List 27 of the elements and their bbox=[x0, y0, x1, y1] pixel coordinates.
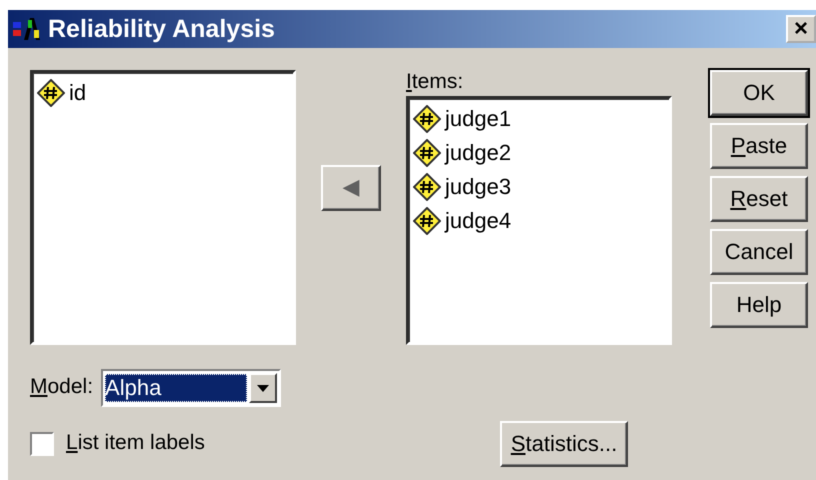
dialog-button[interactable]: Help bbox=[710, 282, 808, 328]
statistics-button[interactable]: Statistics... bbox=[500, 421, 628, 467]
dialog-button[interactable]: Reset bbox=[710, 176, 808, 222]
list-item[interactable]: judge2 bbox=[445, 140, 512, 166]
numeric-variable-icon bbox=[413, 105, 441, 133]
numeric-variable-icon bbox=[413, 139, 441, 167]
window-title: Reliability Analysis bbox=[48, 14, 276, 44]
dropdown-arrow-icon bbox=[257, 384, 270, 392]
model-dropdown[interactable]: Alpha bbox=[101, 369, 282, 407]
model-label: Model: bbox=[30, 375, 94, 400]
items-label: Items: bbox=[406, 70, 464, 95]
numeric-variable-icon bbox=[413, 173, 441, 201]
checkbox[interactable] bbox=[30, 432, 54, 456]
dialog-button[interactable]: Cancel bbox=[710, 229, 808, 275]
list-item[interactable]: judge4 bbox=[445, 208, 512, 234]
numeric-variable-icon bbox=[413, 207, 441, 235]
items-list[interactable]: judge1 judge2 judge3 judge4 bbox=[406, 96, 672, 345]
list-item[interactable]: id bbox=[69, 80, 86, 106]
move-button[interactable]: ◀ bbox=[321, 164, 381, 210]
close-button[interactable]: × bbox=[786, 15, 816, 43]
dialog-button[interactable]: OK bbox=[710, 70, 808, 116]
dialog-button[interactable]: Paste bbox=[710, 123, 808, 169]
list-item[interactable]: judge3 bbox=[445, 174, 512, 200]
list-item[interactable]: judge1 bbox=[445, 106, 512, 132]
variable-list[interactable]: id bbox=[30, 70, 296, 345]
checkbox-label: List item labels bbox=[66, 431, 205, 456]
numeric-variable-icon bbox=[37, 79, 65, 107]
